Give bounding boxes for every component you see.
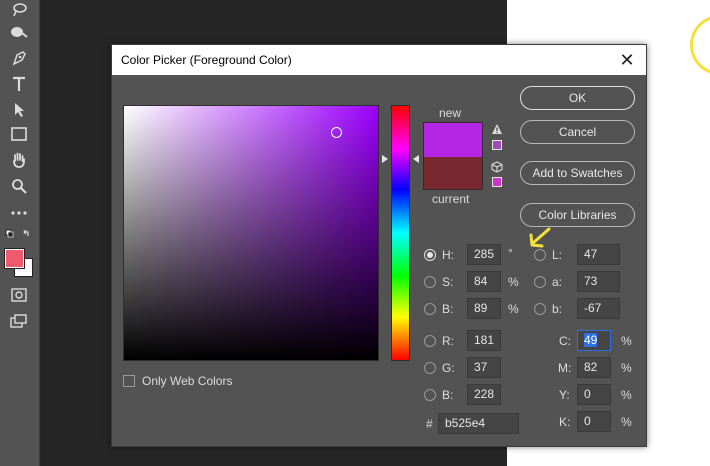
dialog-title: Color Picker (Foreground Color) bbox=[121, 53, 292, 67]
blue-label: B: bbox=[442, 388, 454, 402]
h-radio[interactable] bbox=[424, 249, 436, 261]
y-label: Y: bbox=[559, 388, 570, 402]
hue-slider-right-arrow-icon[interactable] bbox=[413, 155, 419, 163]
web-safe-color-swatch[interactable] bbox=[492, 177, 502, 187]
tools-panel bbox=[0, 0, 40, 466]
l-label: L: bbox=[552, 248, 563, 262]
gamut-color-swatch[interactable] bbox=[492, 140, 502, 150]
k-unit: % bbox=[621, 415, 632, 429]
c-field[interactable]: 49 bbox=[577, 330, 611, 351]
annotation-arrow-icon bbox=[529, 227, 551, 248]
swap-colors-icon[interactable] bbox=[4, 228, 38, 240]
g-label: G: bbox=[442, 361, 455, 375]
a-radio[interactable] bbox=[534, 276, 546, 288]
m-field[interactable]: 82 bbox=[577, 357, 611, 378]
screen-mode-icon[interactable] bbox=[8, 311, 30, 331]
current-color-swatch[interactable] bbox=[423, 157, 483, 190]
c-label: C: bbox=[559, 334, 571, 348]
lab-b-field[interactable]: -67 bbox=[577, 298, 620, 319]
y-unit: % bbox=[621, 388, 632, 402]
current-color-label: current bbox=[432, 192, 470, 206]
c-unit: % bbox=[621, 334, 632, 348]
hue-slider-left-arrow-icon[interactable] bbox=[382, 155, 388, 163]
s-label: S: bbox=[442, 275, 454, 289]
color-field-marker[interactable] bbox=[331, 127, 342, 138]
dialog-titlebar[interactable]: Color Picker (Foreground Color) ✕ bbox=[112, 45, 646, 75]
b-unit: % bbox=[508, 302, 519, 316]
cancel-button[interactable]: Cancel bbox=[520, 120, 635, 144]
g-field[interactable]: 37 bbox=[467, 357, 501, 378]
b-label: B: bbox=[442, 302, 454, 316]
type-icon[interactable] bbox=[8, 74, 30, 94]
foreground-color-swatch[interactable] bbox=[4, 248, 25, 269]
web-safe-cube-icon bbox=[490, 161, 504, 175]
color-field[interactable] bbox=[123, 105, 379, 361]
lasso-icon[interactable] bbox=[8, 0, 30, 20]
h-label: H: bbox=[442, 248, 454, 262]
a-field[interactable]: 73 bbox=[577, 271, 620, 292]
m-label: M: bbox=[558, 361, 572, 375]
c-value: 49 bbox=[584, 333, 598, 347]
new-color-swatch bbox=[423, 122, 483, 157]
lab-b-label: b: bbox=[552, 302, 563, 316]
more-icon[interactable] bbox=[8, 203, 30, 223]
hand-icon[interactable] bbox=[8, 150, 30, 170]
m-unit: % bbox=[621, 361, 632, 375]
new-color-label: new bbox=[439, 106, 462, 120]
h-unit: ° bbox=[508, 246, 513, 260]
hex-field[interactable]: b525e4 bbox=[438, 413, 519, 434]
only-web-colors-checkbox[interactable] bbox=[123, 375, 135, 387]
rectangle-icon[interactable] bbox=[8, 124, 30, 144]
pen-icon[interactable] bbox=[8, 48, 30, 68]
close-icon[interactable]: ✕ bbox=[616, 49, 638, 71]
r-field[interactable]: 181 bbox=[467, 330, 501, 351]
add-to-swatches-button[interactable]: Add to Swatches bbox=[520, 161, 635, 185]
ok-button[interactable]: OK bbox=[520, 86, 635, 110]
s-field[interactable]: 84 bbox=[467, 271, 501, 292]
only-web-colors-label: Only Web Colors bbox=[142, 374, 233, 388]
k-field[interactable]: 0 bbox=[577, 411, 611, 432]
b-radio[interactable] bbox=[424, 303, 436, 315]
r-label: R: bbox=[442, 334, 454, 348]
b-field[interactable]: 89 bbox=[467, 298, 501, 319]
gamut-warning-icon bbox=[490, 123, 504, 137]
r-radio[interactable] bbox=[424, 335, 436, 347]
a-label: a: bbox=[552, 275, 563, 289]
h-field[interactable]: 285 bbox=[467, 244, 501, 265]
healing-icon[interactable] bbox=[8, 22, 30, 42]
blue-radio[interactable] bbox=[424, 389, 436, 401]
s-radio[interactable] bbox=[424, 276, 436, 288]
quick-mask-icon[interactable] bbox=[8, 285, 30, 305]
l-field[interactable]: 47 bbox=[577, 244, 620, 265]
zoom-icon[interactable] bbox=[8, 176, 30, 196]
k-label: K: bbox=[559, 415, 571, 429]
path-select-icon[interactable] bbox=[8, 100, 30, 120]
color-picker-dialog: Color Picker (Foreground Color) ✕ new cu… bbox=[111, 44, 647, 447]
hue-slider[interactable] bbox=[391, 105, 410, 361]
lab-b-radio[interactable] bbox=[534, 303, 546, 315]
blue-field[interactable]: 228 bbox=[467, 384, 501, 405]
g-radio[interactable] bbox=[424, 362, 436, 374]
l-radio[interactable] bbox=[534, 249, 546, 261]
s-unit: % bbox=[508, 275, 519, 289]
color-libraries-button[interactable]: Color Libraries bbox=[520, 203, 635, 227]
y-field[interactable]: 0 bbox=[577, 384, 611, 405]
hex-label: # bbox=[426, 417, 433, 431]
